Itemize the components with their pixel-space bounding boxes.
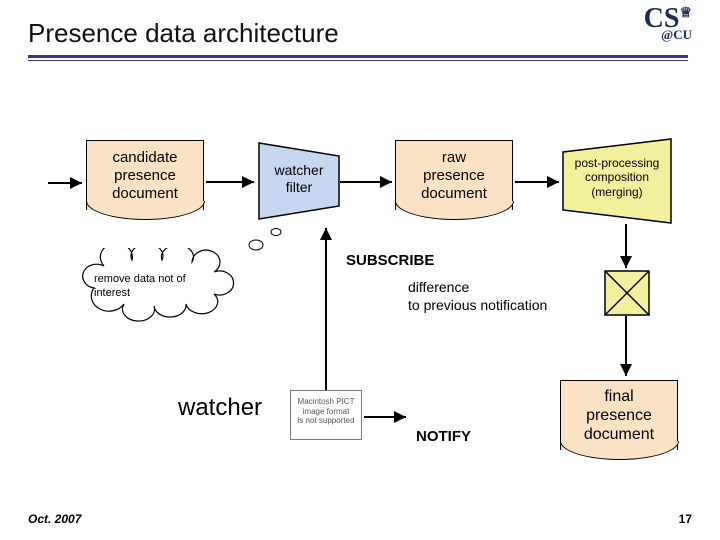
arrow-filter-to-raw bbox=[340, 175, 398, 193]
raw-line1: raw bbox=[442, 149, 466, 167]
diff-line1: difference bbox=[408, 278, 547, 296]
missing-1: Macintosh PICT bbox=[298, 397, 355, 406]
candidate-line1: candidate bbox=[112, 149, 177, 167]
footer-page-number: 17 bbox=[679, 512, 692, 526]
footer-date: Oct. 2007 bbox=[28, 512, 81, 526]
raw-line3: document bbox=[421, 185, 487, 203]
arrow-notify-right bbox=[364, 410, 412, 428]
final-line3: document bbox=[584, 425, 654, 444]
post-line2: composition bbox=[562, 170, 672, 184]
arrow-candidate-to-filter bbox=[206, 175, 260, 193]
difference-label: difference to previous notification bbox=[408, 278, 547, 314]
logo-inst: CU bbox=[673, 27, 692, 42]
thought-bubble-1 bbox=[248, 238, 268, 257]
missing-image-placeholder: Macintosh PICT image format is not suppo… bbox=[290, 390, 362, 440]
page-title: Presence data architecture bbox=[28, 18, 692, 49]
candidate-line2: presence bbox=[114, 167, 176, 185]
notify-label: NOTIFY bbox=[416, 428, 471, 445]
post-processing-node: post-processing composition (merging) bbox=[562, 138, 672, 224]
cs-cu-logo: CS♕ @CU bbox=[644, 8, 692, 41]
watcher-label: watcher bbox=[178, 394, 262, 422]
arrow-input bbox=[48, 176, 88, 194]
subscribe-label: SUBSCRIBE bbox=[346, 252, 434, 269]
watcher-filter-node: watcher filter bbox=[258, 142, 340, 220]
final-line2: presence bbox=[586, 406, 652, 425]
remove-data-cloud: remove data not of interest bbox=[84, 258, 234, 318]
final-presence-document-node: final presence document bbox=[560, 380, 678, 450]
title-rule-thin bbox=[28, 60, 688, 61]
post-line1: post-processing bbox=[562, 156, 672, 170]
missing-2: image format bbox=[303, 407, 350, 416]
cloud-line1: remove data not of bbox=[94, 272, 234, 286]
filter-line1: watcher bbox=[258, 162, 340, 179]
post-line3: (merging) bbox=[562, 185, 672, 199]
missing-3: is not supported bbox=[298, 416, 355, 425]
cloud-line2: interest bbox=[94, 286, 234, 300]
raw-line2: presence bbox=[423, 167, 485, 185]
raw-presence-document-node: raw presence document bbox=[395, 140, 513, 210]
thought-bubble-2 bbox=[270, 224, 284, 242]
arrow-post-to-diff bbox=[620, 224, 632, 279]
arrow-diff-to-final bbox=[620, 316, 632, 387]
logo-at: @ bbox=[661, 27, 673, 42]
candidate-presence-document-node: candidate presence document bbox=[86, 140, 204, 210]
crown-icon: ♕ bbox=[679, 8, 692, 19]
arrow-subscribe-up bbox=[320, 222, 332, 397]
filter-line2: filter bbox=[258, 179, 340, 196]
candidate-line3: document bbox=[112, 185, 178, 203]
final-line1: final bbox=[604, 387, 633, 406]
arrow-raw-to-post bbox=[515, 175, 565, 193]
diff-line2: to previous notification bbox=[408, 296, 547, 314]
title-rule bbox=[28, 55, 688, 58]
